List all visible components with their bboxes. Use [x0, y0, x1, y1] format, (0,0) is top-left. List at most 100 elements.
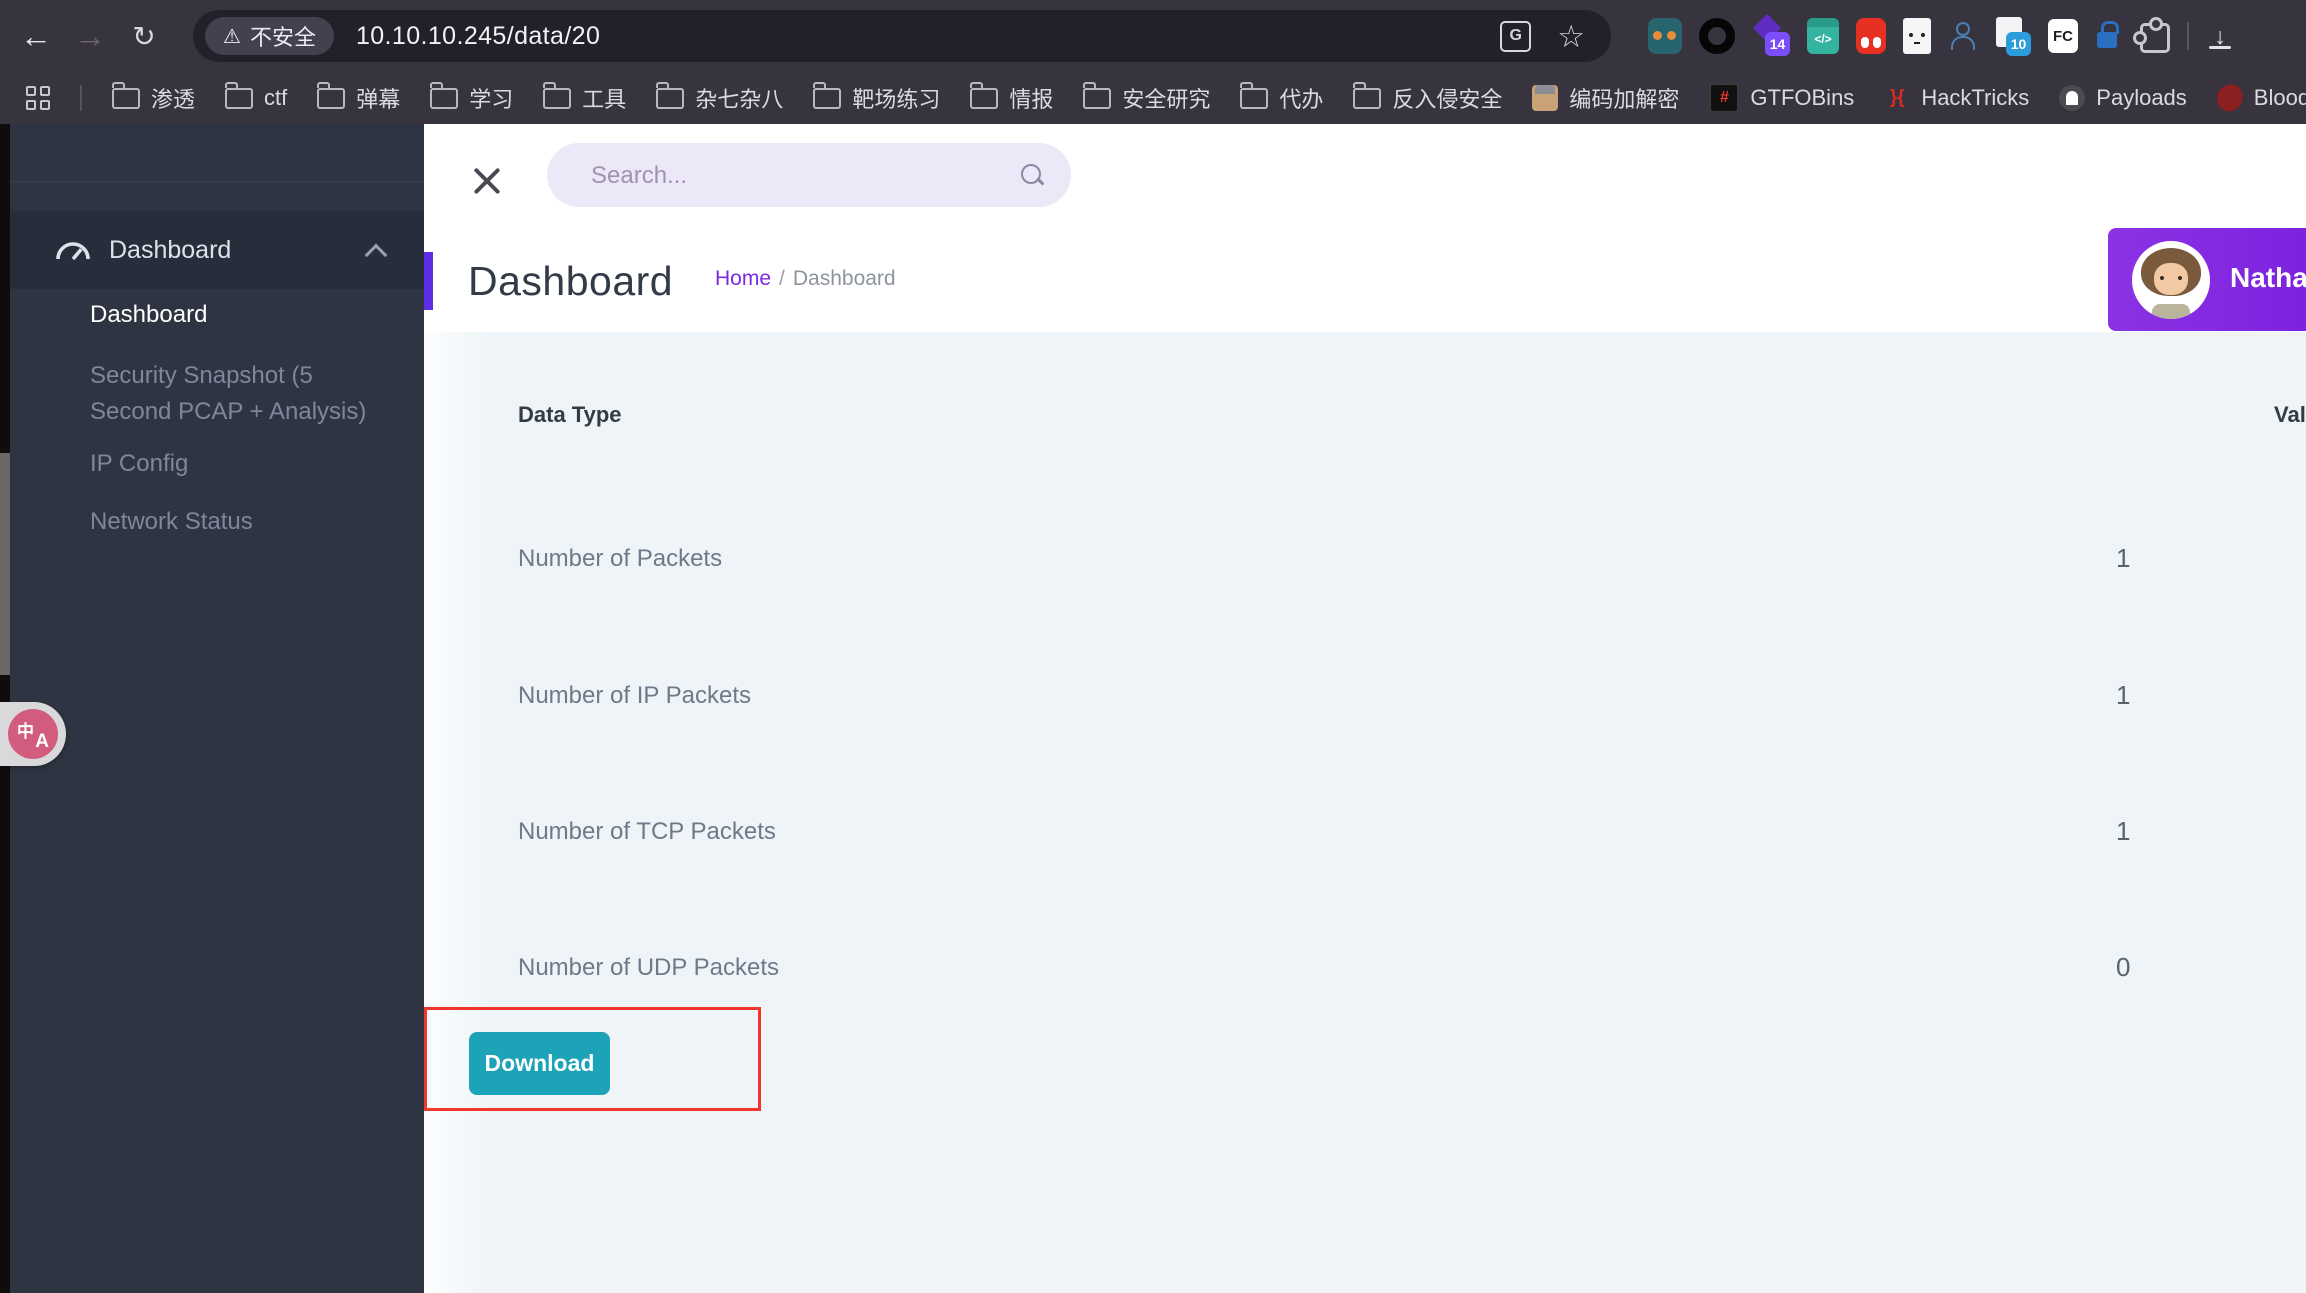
- bookmark-item[interactable]: 编码加解密: [1532, 82, 1679, 114]
- bookmark-label: 靶场练习: [852, 87, 941, 112]
- bookmark-label: Payloads: [2096, 85, 2187, 110]
- hamster-favicon: [1532, 85, 1559, 111]
- folder-icon: [969, 81, 999, 109]
- person-extension-icon[interactable]: [1948, 18, 1976, 54]
- kaomoji-extension-icon[interactable]: [1903, 18, 1931, 54]
- table-row-value: 1: [2116, 680, 2131, 710]
- bookmark-item[interactable]: 杂七杂八: [655, 81, 784, 114]
- translate-widget[interactable]: 中 A: [0, 702, 66, 766]
- table-row-value: 0: [2116, 952, 2131, 982]
- breadcrumb: Home / Dashboard: [715, 267, 896, 291]
- bookmark-label: 情报: [1009, 87, 1054, 112]
- folder-icon: [812, 81, 842, 109]
- translate-glyph-top: 中: [17, 722, 34, 741]
- sidebar-menu-label: Dashboard: [109, 235, 232, 264]
- red-extension-icon[interactable]: [1856, 18, 1886, 54]
- avatar: [2132, 241, 2210, 319]
- bookmark-item[interactable]: 反入侵安全: [1352, 81, 1502, 114]
- folder-icon: [316, 81, 346, 109]
- gauge-icon: [56, 242, 90, 261]
- translate-icon[interactable]: [1500, 20, 1532, 52]
- robot-extension-icon[interactable]: [1648, 18, 1682, 54]
- bookmark-item[interactable]: HackTricks: [1884, 85, 2029, 111]
- bookmark-label: 安全研究: [1122, 87, 1211, 112]
- page-title: Dashboard: [468, 258, 674, 304]
- breadcrumb-current: Dashboard: [792, 267, 896, 290]
- bookmark-item[interactable]: ctf: [224, 81, 288, 111]
- sidebar-menu-dashboard[interactable]: Dashboard: [10, 211, 424, 289]
- sidebar-item-dashboard[interactable]: Dashboard: [90, 301, 207, 329]
- user-badge[interactable]: Nathan: [2108, 228, 2306, 331]
- translate-glyph-bottom: A: [35, 731, 49, 752]
- extensions-row: 14 10 FC ↓: [1648, 0, 2234, 72]
- bookmark-label: HackTricks: [1921, 85, 2030, 110]
- search-bar[interactable]: [547, 143, 1071, 209]
- chevron-up-icon: [364, 243, 388, 267]
- apps-grid-icon[interactable]: [26, 86, 50, 110]
- badge14-extension-icon[interactable]: 14: [1752, 16, 1790, 56]
- downloads-icon[interactable]: ↓: [2206, 18, 2234, 54]
- bookmark-item[interactable]: 弹幕: [316, 81, 401, 114]
- extension-badge: 10: [2006, 32, 2031, 56]
- fc-extension-icon[interactable]: FC: [2048, 19, 2078, 53]
- lock-extension-icon[interactable]: [2095, 18, 2123, 54]
- sidebar-item-ip-config[interactable]: IP Config: [90, 450, 188, 478]
- avatar-face: [2154, 263, 2188, 295]
- back-icon[interactable]: ←: [14, 0, 58, 72]
- extensions-puzzle-icon[interactable]: [2133, 17, 2170, 53]
- badge10-extension-icon[interactable]: 10: [1993, 16, 2031, 56]
- address-bar[interactable]: ⚠ 不安全 10.10.10.245/data/20 ☆: [193, 10, 1611, 62]
- bookmark-item[interactable]: 渗透: [111, 81, 196, 114]
- table-row-label: Number of TCP Packets: [518, 818, 776, 845]
- content-left-fade: [424, 332, 494, 1293]
- folder-icon: [655, 81, 685, 109]
- bookmark-item[interactable]: GTFOBins: [1709, 83, 1854, 113]
- terminal-extension-icon[interactable]: [1807, 18, 1839, 54]
- bookmarks-bar: 渗透 ctf 弹幕 学习 工具 杂七杂八 靶场练习 情报 安全研究 代办 反入侵…: [0, 72, 2306, 124]
- breadcrumb-home-link[interactable]: Home: [715, 267, 771, 290]
- bookmark-label: ctf: [264, 85, 288, 110]
- bookmark-item[interactable]: 代办: [1239, 81, 1324, 114]
- bookmark-item[interactable]: 情报: [969, 81, 1054, 114]
- payloads-favicon: [2059, 85, 2086, 111]
- bookmark-item[interactable]: BloodHound: [2213, 82, 2306, 114]
- annotation-red-box: [424, 1007, 761, 1111]
- security-chip[interactable]: ⚠ 不安全: [205, 17, 334, 55]
- bookmark-item[interactable]: 工具: [542, 81, 626, 114]
- forward-icon[interactable]: →: [68, 0, 112, 72]
- translate-widget-icon: 中 A: [8, 709, 58, 759]
- sidebar: Dashboard Dashboard Security Snapshot (5…: [10, 124, 424, 1293]
- folder-icon: [224, 81, 254, 109]
- sidebar-item-network-status[interactable]: Network Status: [90, 508, 253, 536]
- folder-icon: [542, 81, 572, 109]
- table-row-label: Number of Packets: [518, 545, 723, 572]
- bookmark-label: 弹幕: [356, 87, 401, 112]
- omnibox-actions: ☆: [1500, 20, 1611, 52]
- close-icon[interactable]: [470, 164, 504, 198]
- bookmark-item[interactable]: Payloads: [2059, 85, 2187, 111]
- table-row-value: 1: [2116, 816, 2131, 846]
- bookmark-item[interactable]: 靶场练习: [812, 81, 941, 114]
- bookmark-label: 杂七杂八: [695, 87, 784, 112]
- url-text: 10.10.10.245/data/20: [355, 21, 601, 50]
- bookmark-item[interactable]: 学习: [429, 81, 513, 114]
- folder-icon: [111, 81, 140, 109]
- background-window-strip-gray: [0, 453, 10, 675]
- table-row-label: Number of IP Packets: [518, 682, 751, 709]
- bookmark-item[interactable]: 安全研究: [1082, 81, 1211, 114]
- gtfobins-favicon: [1709, 83, 1740, 113]
- folder-icon: [1239, 81, 1269, 109]
- browser-toolbar: ← → ↻ ⚠ 不安全 10.10.10.245/data/20 ☆ 14 10…: [0, 0, 2306, 72]
- reload-icon[interactable]: ↻: [122, 0, 166, 72]
- bookmark-label: 代办: [1279, 87, 1324, 112]
- bookmark-label: 编码加解密: [1569, 87, 1680, 112]
- search-input[interactable]: [589, 143, 993, 209]
- bookmark-label: 渗透: [151, 87, 196, 112]
- avatar-shirt: [2152, 304, 2190, 319]
- search-icon: [1021, 164, 1041, 184]
- bookmark-star-icon[interactable]: ☆: [1557, 21, 1585, 52]
- sidebar-item-security-snapshot[interactable]: Security Snapshot (5 Second PCAP + Analy…: [90, 358, 375, 430]
- ring-extension-icon[interactable]: [1699, 18, 1735, 54]
- user-name: Nathan: [2230, 262, 2306, 293]
- security-label: 不安全: [249, 25, 316, 50]
